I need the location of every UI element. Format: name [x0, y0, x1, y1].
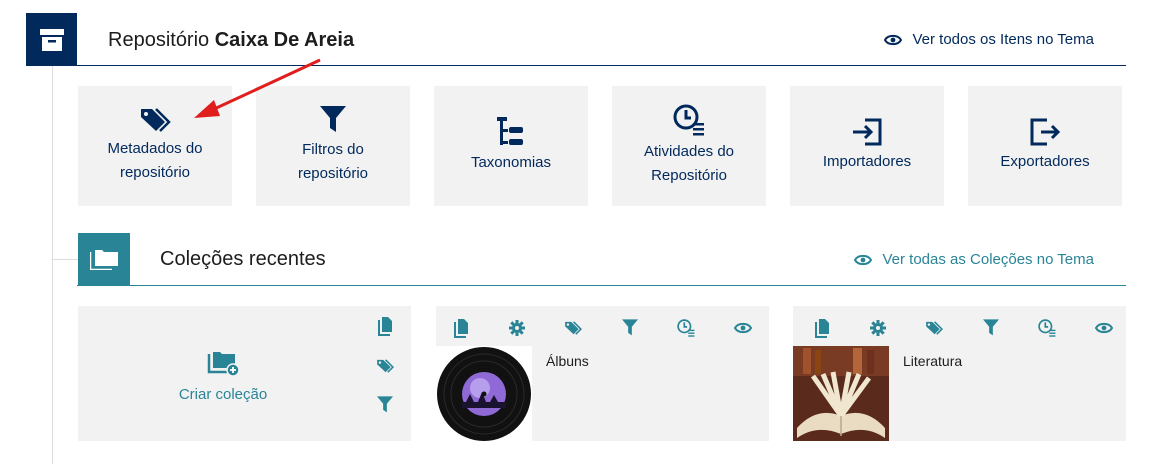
tags-icon[interactable] — [925, 318, 944, 338]
collections-header-rule — [77, 285, 1126, 286]
tags-icon[interactable] — [564, 318, 583, 338]
eye-icon — [884, 34, 903, 45]
import-icon — [853, 118, 882, 146]
collections-title: Coleções recentes — [160, 248, 326, 270]
items-icon[interactable] — [376, 316, 394, 336]
items-icon[interactable] — [452, 318, 470, 338]
view-all-items-label[interactable]: Ver todos os Itens no Tema — [912, 31, 1094, 48]
gear-icon[interactable] — [870, 318, 887, 338]
tile-repository-activities[interactable]: Atividades do Repositório — [612, 86, 766, 206]
eye-icon[interactable] — [1094, 318, 1113, 338]
view-all-collections-label[interactable]: Ver todas as Coleções no Tema — [882, 251, 1094, 268]
collection-thumbnail-book[interactable] — [793, 346, 889, 441]
collection-card-literatura[interactable]: Literatura — [793, 306, 1126, 441]
collections-icon — [78, 233, 130, 285]
view-all-items-link[interactable]: Ver todos os Itens no Tema — [884, 31, 1094, 48]
tile-importers[interactable]: Importadores — [790, 86, 944, 206]
tile-label: Metadados do repositório — [107, 140, 203, 181]
filter-icon[interactable] — [376, 396, 394, 414]
view-all-collections-link[interactable]: Ver todas as Coleções no Tema — [854, 251, 1094, 268]
tags-icon[interactable] — [376, 358, 394, 374]
collection-name[interactable]: Literatura — [903, 353, 962, 369]
gear-icon[interactable] — [509, 318, 526, 338]
annotation-arrow — [194, 58, 321, 118]
open-book-image — [793, 346, 889, 441]
collection-card-albuns[interactable]: Álbuns — [436, 306, 769, 441]
filter-icon[interactable] — [621, 318, 638, 338]
folders-icon — [90, 250, 118, 270]
create-collection-button[interactable]: Criar coleção — [173, 350, 273, 403]
tile-exporters[interactable]: Exportadores — [968, 86, 1122, 206]
taxonomy-icon — [497, 117, 523, 145]
collection-name[interactable]: Álbuns — [546, 353, 589, 369]
activity-clock-icon[interactable] — [1038, 318, 1056, 338]
tile-label: Atividades do Repositório — [643, 143, 735, 184]
tile-taxonomies[interactable]: Taxonomias — [434, 86, 588, 206]
activity-clock-icon — [673, 104, 704, 136]
collection-toolbar — [452, 318, 752, 338]
filter-icon[interactable] — [982, 318, 999, 338]
folder-plus-icon — [207, 352, 240, 377]
tile-label: Importadores — [822, 153, 912, 170]
eye-icon[interactable] — [733, 318, 752, 338]
create-collection-card[interactable]: Criar coleção — [78, 306, 411, 441]
export-icon — [1030, 118, 1061, 146]
collection-thumbnail-vinyl[interactable] — [436, 346, 532, 441]
vinyl-record-image — [436, 346, 532, 441]
eye-icon — [854, 254, 873, 265]
tile-label: Exportadores — [1000, 153, 1090, 170]
create-collection-label[interactable]: Criar coleção — [173, 386, 273, 403]
items-icon[interactable] — [813, 318, 831, 338]
tile-label: Taxonomias — [470, 154, 552, 171]
timeline-connector — [52, 259, 78, 260]
activity-clock-icon[interactable] — [677, 318, 695, 338]
collection-toolbar — [813, 318, 1113, 338]
tile-label: Filtros do repositório — [297, 141, 369, 182]
create-collection-quick-actions — [376, 316, 394, 414]
